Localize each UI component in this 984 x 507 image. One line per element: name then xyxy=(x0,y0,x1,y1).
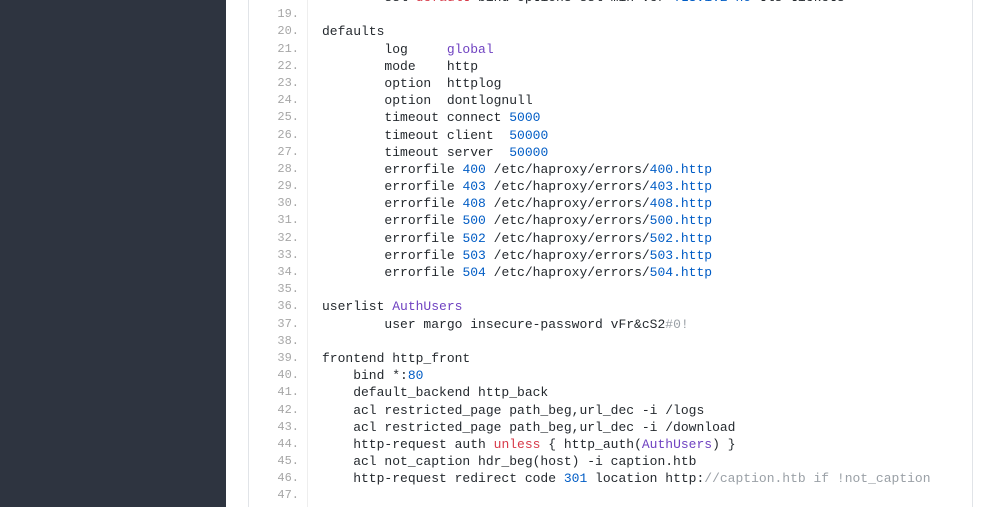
code-panel: 1819202122232425262728293031323334353637… xyxy=(248,0,972,507)
code-line[interactable]: bind *:80 xyxy=(322,367,972,384)
content-gap xyxy=(226,0,248,507)
line-number: 36 xyxy=(249,298,299,315)
code-line[interactable]: acl not_caption hdr_beg(host) -i caption… xyxy=(322,453,972,470)
line-number: 38 xyxy=(249,333,299,350)
line-number: 29 xyxy=(249,178,299,195)
code-line[interactable]: errorfile 504 /etc/haproxy/errors/504.ht… xyxy=(322,264,972,281)
code-line[interactable]: errorfile 403 /etc/haproxy/errors/403.ht… xyxy=(322,178,972,195)
line-number: 30 xyxy=(249,195,299,212)
line-number: 32 xyxy=(249,230,299,247)
line-number: 39 xyxy=(249,350,299,367)
line-number: 25 xyxy=(249,109,299,126)
line-number: 24 xyxy=(249,92,299,109)
right-border xyxy=(972,0,984,507)
code-line[interactable]: errorfile 500 /etc/haproxy/errors/500.ht… xyxy=(322,212,972,229)
line-number: 21 xyxy=(249,41,299,58)
code-line[interactable]: acl restricted_page path_beg,url_dec -i … xyxy=(322,402,972,419)
line-number: 19 xyxy=(249,6,299,23)
code-line[interactable]: option httplog xyxy=(322,75,972,92)
line-number: 42 xyxy=(249,402,299,419)
line-number: 37 xyxy=(249,316,299,333)
code-line[interactable]: mode http xyxy=(322,58,972,75)
code-line[interactable] xyxy=(322,6,972,23)
line-number: 26 xyxy=(249,127,299,144)
layout: 1819202122232425262728293031323334353637… xyxy=(0,0,984,507)
code-line[interactable]: timeout client 50000 xyxy=(322,127,972,144)
code-line[interactable]: timeout connect 5000 xyxy=(322,109,972,126)
line-number: 20 xyxy=(249,23,299,40)
code-line[interactable] xyxy=(322,333,972,350)
code-line[interactable]: frontend http_front xyxy=(322,350,972,367)
line-number: 27 xyxy=(249,144,299,161)
line-number: 41 xyxy=(249,384,299,401)
line-number: 40 xyxy=(249,367,299,384)
code-line[interactable]: errorfile 502 /etc/haproxy/errors/502.ht… xyxy=(322,230,972,247)
line-number: 47 xyxy=(249,487,299,504)
code-line[interactable]: acl restricted_page path_beg,url_dec -i … xyxy=(322,419,972,436)
code-content[interactable]: ssl default-bind-options ssl-min-ver TLS… xyxy=(307,0,972,507)
code-line[interactable]: http-request redirect code 301 location … xyxy=(322,470,972,487)
line-number: 22 xyxy=(249,58,299,75)
code-line[interactable]: timeout server 50000 xyxy=(322,144,972,161)
code-line[interactable]: log global xyxy=(322,41,972,58)
line-number: 28 xyxy=(249,161,299,178)
code-line[interactable]: defaults xyxy=(322,23,972,40)
sidebar xyxy=(0,0,226,507)
line-number: 43 xyxy=(249,419,299,436)
code-line[interactable] xyxy=(322,281,972,298)
code-line[interactable] xyxy=(322,487,972,504)
line-number-gutter: 1819202122232425262728293031323334353637… xyxy=(249,0,307,507)
code-line[interactable]: userlist AuthUsers xyxy=(322,298,972,315)
code-line[interactable]: errorfile 400 /etc/haproxy/errors/400.ht… xyxy=(322,161,972,178)
line-number: 33 xyxy=(249,247,299,264)
line-number: 35 xyxy=(249,281,299,298)
line-number: 34 xyxy=(249,264,299,281)
line-number: 46 xyxy=(249,470,299,487)
line-number: 23 xyxy=(249,75,299,92)
line-number: 31 xyxy=(249,212,299,229)
code-line[interactable]: option dontlognull xyxy=(322,92,972,109)
code-line[interactable]: errorfile 503 /etc/haproxy/errors/503.ht… xyxy=(322,247,972,264)
code-line[interactable]: errorfile 408 /etc/haproxy/errors/408.ht… xyxy=(322,195,972,212)
line-number: 45 xyxy=(249,453,299,470)
code-line[interactable]: user margo insecure-password vFr&cS2#0! xyxy=(322,316,972,333)
code-line[interactable]: default_backend http_back xyxy=(322,384,972,401)
line-number: 44 xyxy=(249,436,299,453)
code-line[interactable]: http-request auth unless { http_auth(Aut… xyxy=(322,436,972,453)
